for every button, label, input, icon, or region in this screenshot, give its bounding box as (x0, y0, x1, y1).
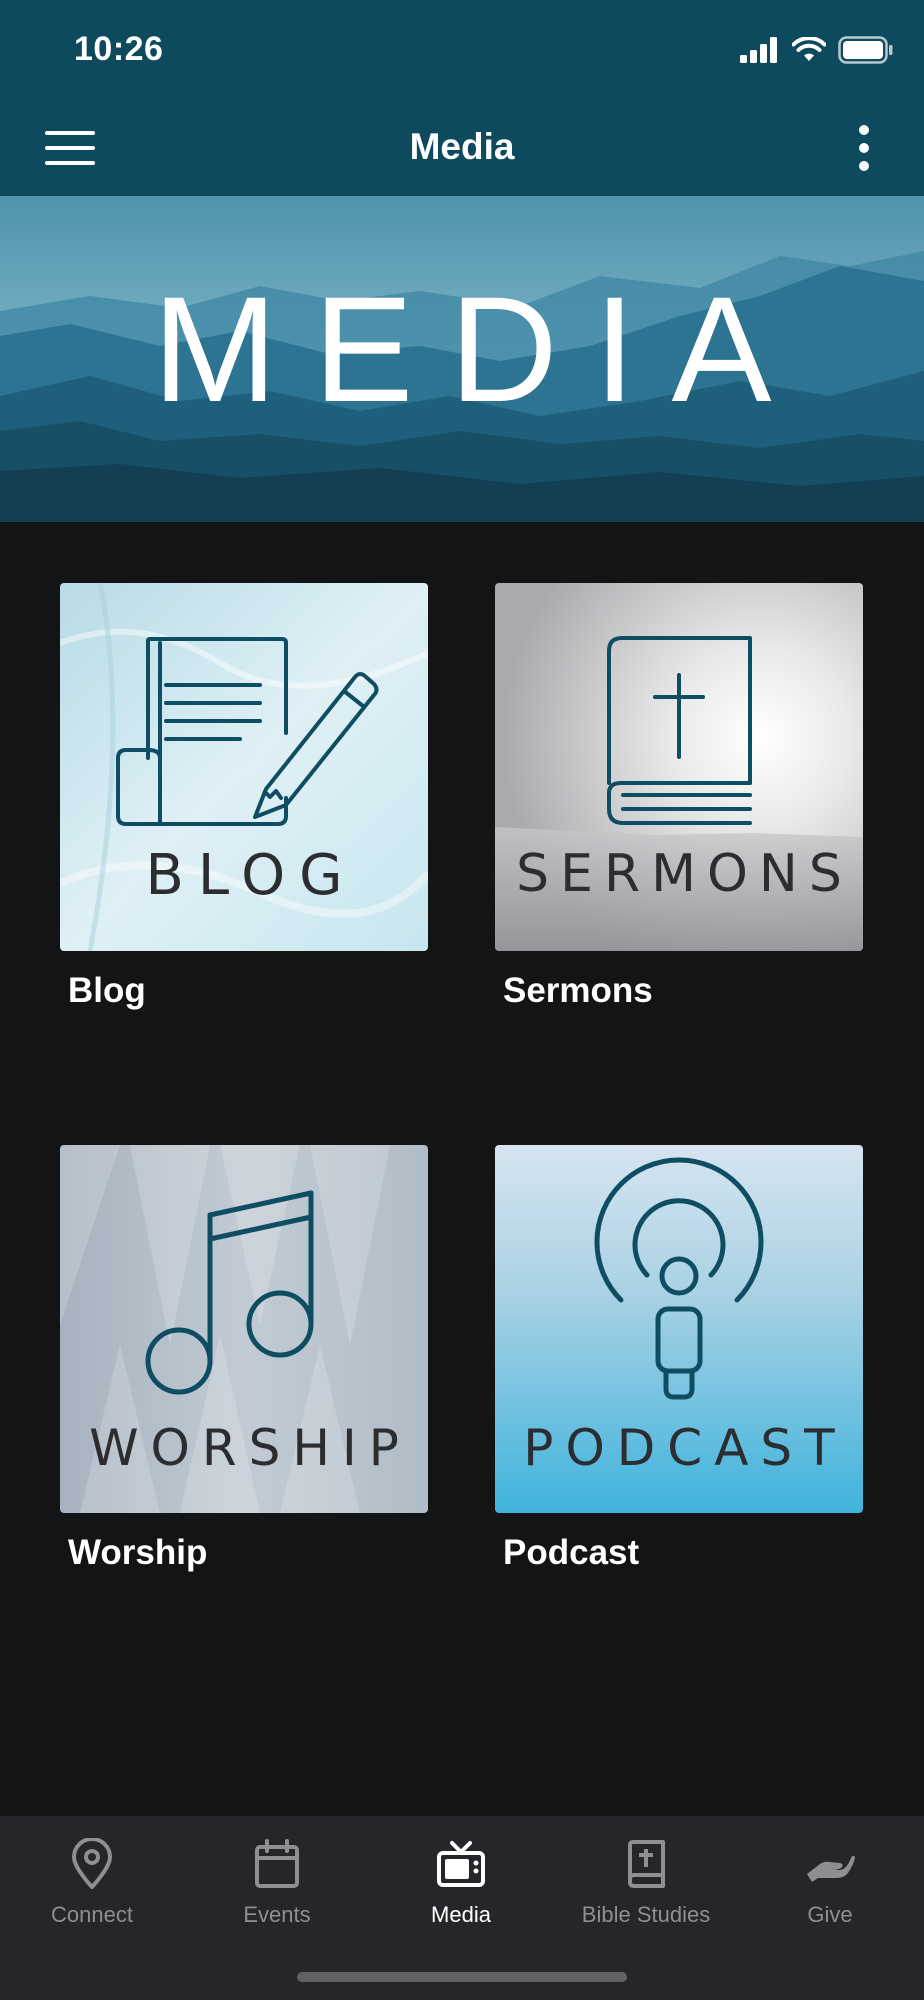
tab-label-give: Give (807, 1902, 853, 1927)
worship-tile-word: WORSHIP (89, 1419, 411, 1477)
tile-podcast[interactable]: PODCAST Podcast (495, 1145, 863, 1573)
status-time: 10:26 (74, 30, 164, 68)
tile-sermons[interactable]: SERMONS Sermons (495, 583, 863, 1011)
page-title: Media (409, 126, 515, 167)
header-banner: MEDIA (0, 196, 924, 522)
map-pin-icon (72, 1838, 112, 1889)
tab-label-media: Media (431, 1902, 491, 1927)
sermons-tile-word: SERMONS (516, 844, 853, 904)
more-options-button[interactable] (844, 120, 884, 176)
tile-worship[interactable]: WORSHIP Worship (60, 1145, 428, 1573)
sermons-tile-image[interactable]: SERMONS (495, 583, 863, 951)
tile-blog[interactable]: BLOG Blog (60, 583, 428, 1011)
calendar-icon (255, 1839, 299, 1888)
podcast-label[interactable]: Podcast (495, 1533, 863, 1573)
giving-hand-icon (807, 1855, 855, 1882)
tab-give[interactable]: Give (738, 1834, 922, 1928)
worship-label[interactable]: Worship (60, 1533, 428, 1573)
tab-bible-studies[interactable]: Bible Studies (554, 1834, 738, 1928)
podcast-tile-image[interactable]: PODCAST (495, 1145, 863, 1513)
battery-icon (838, 36, 893, 64)
podcast-tile-word: PODCAST (523, 1419, 847, 1477)
worship-tile-image[interactable]: WORSHIP (60, 1145, 428, 1513)
wifi-icon (792, 37, 826, 61)
blog-tile-word: BLOG (145, 843, 357, 908)
status-icons (740, 36, 894, 64)
tab-label-connect: Connect (51, 1902, 133, 1927)
tab-connect[interactable]: Connect (0, 1834, 184, 1928)
tv-icon (437, 1841, 485, 1887)
status-bar: 10:26 (0, 0, 924, 100)
blog-tile-image[interactable]: BLOG (60, 583, 428, 951)
bible-icon (628, 1840, 665, 1888)
tab-media[interactable]: Media (369, 1834, 553, 1928)
sermons-label[interactable]: Sermons (495, 971, 863, 1011)
more-vertical-icon (859, 125, 869, 171)
blog-label[interactable]: Blog (60, 971, 428, 1011)
home-indicator (297, 1972, 627, 1982)
tab-label-events: Events (243, 1902, 311, 1927)
banner-title: MEDIA (152, 265, 808, 433)
app-bar: Media (0, 100, 924, 196)
signal-icon (740, 37, 777, 63)
tab-label-bible-studies: Bible Studies (581, 1902, 711, 1927)
tab-events[interactable]: Events (185, 1834, 369, 1928)
